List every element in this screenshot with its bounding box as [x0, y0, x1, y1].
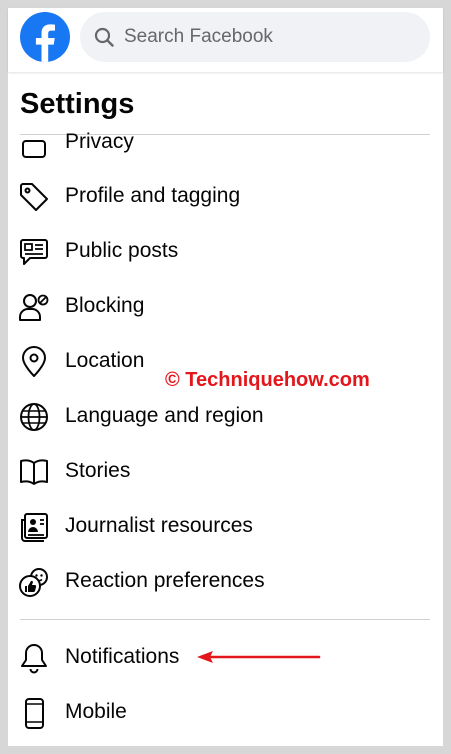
menu-item-label: Blocking — [65, 294, 145, 317]
section-divider — [20, 619, 430, 620]
blocking-icon — [18, 291, 50, 323]
menu-item-label: Profile and tagging — [65, 184, 241, 207]
menu-item-label: Mobile — [65, 700, 127, 723]
menu-item-reaction-preferences[interactable]: Reaction preferences — [8, 556, 430, 606]
menu-item-profile-and-tagging[interactable]: Profile and tagging — [8, 171, 430, 221]
journalist-card-icon — [18, 511, 50, 543]
search-icon — [94, 27, 114, 47]
top-bar — [8, 8, 443, 72]
mobile-phone-icon — [18, 697, 50, 729]
menu-item-label: Language and region — [65, 404, 264, 427]
reaction-icon — [18, 566, 50, 598]
facebook-logo-icon[interactable] — [20, 12, 70, 62]
menu-item-label: Stories — [65, 459, 131, 482]
tag-icon — [18, 181, 50, 213]
watermark: © Techniquehow.com — [165, 369, 370, 391]
menu-item-language-and-region[interactable]: Language and region — [8, 391, 430, 441]
red-arrow-annotation — [197, 651, 321, 663]
menu-item-label: Public posts — [65, 239, 179, 262]
menu-item-mobile[interactable]: Mobile — [8, 687, 430, 737]
menu-item-label: Privacy — [65, 130, 134, 153]
bell-icon — [18, 642, 50, 674]
location-pin-icon — [18, 346, 50, 378]
globe-icon — [18, 401, 50, 433]
menu-item-label: Location — [65, 349, 145, 372]
menu-item-blocking[interactable]: Blocking — [8, 281, 430, 331]
menu-item-label: Journalist resources — [65, 514, 253, 537]
menu-item-stories[interactable]: Stories — [8, 446, 430, 496]
menu-item-label: Notifications — [65, 645, 180, 668]
menu-item-privacy[interactable]: Privacy — [8, 117, 430, 167]
menu-item-journalist-resources[interactable]: Journalist resources — [8, 501, 430, 551]
search-bar[interactable] — [80, 12, 430, 62]
menu-item-public-posts[interactable]: Public posts — [8, 226, 430, 276]
book-icon — [18, 456, 50, 488]
menu-item-label: Reaction preferences — [65, 569, 265, 592]
lock-icon — [18, 127, 50, 159]
public-posts-icon — [18, 236, 50, 268]
search-input[interactable] — [124, 12, 414, 62]
